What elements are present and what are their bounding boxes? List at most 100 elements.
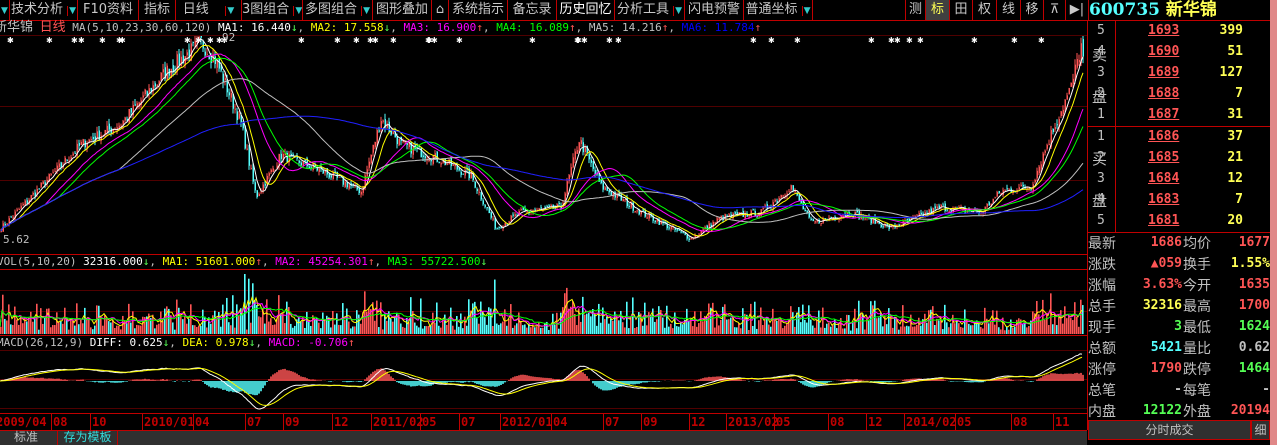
quote-value: 32316 <box>1142 298 1182 313</box>
book-price[interactable]: 1687 <box>1148 107 1179 122</box>
grid-button[interactable]: 田 <box>950 0 973 20</box>
volume-bar <box>454 329 456 334</box>
toolbar-coordinate[interactable]: 普通坐标 ▼ <box>744 0 813 20</box>
book-price[interactable]: 1685 <box>1148 150 1179 165</box>
volume-bar <box>676 326 678 334</box>
tab-save-template[interactable]: 存为模板 <box>57 430 118 445</box>
book-price[interactable]: 1689 <box>1148 65 1179 80</box>
volume-bar <box>596 325 598 334</box>
quote-label: 涨跌 <box>1088 257 1116 273</box>
volume-bar <box>726 319 728 334</box>
volume-bar <box>988 323 990 334</box>
toolbar-indicator[interactable]: 指标 <box>139 0 176 20</box>
dropdown-triangle-icon[interactable]: ▼ <box>361 6 371 16</box>
volume-bar <box>92 329 94 334</box>
book-price[interactable]: 1690 <box>1148 44 1179 59</box>
dropdown-triangle-icon[interactable]: ▼ <box>225 6 235 16</box>
volume-bar <box>1022 323 1024 334</box>
volume-bar <box>810 319 812 334</box>
volume-bar <box>606 316 608 334</box>
volume-bar <box>808 305 810 334</box>
candle-down <box>486 207 488 209</box>
measure-button[interactable]: 测 <box>905 0 926 20</box>
quote-value: 1624 <box>1238 319 1270 334</box>
candle-down <box>406 143 408 145</box>
dropdown-triangle-icon[interactable]: ▼ <box>0 0 10 20</box>
book-price[interactable]: 1681 <box>1148 213 1179 228</box>
play-end-icon[interactable]: ▶| <box>1066 0 1089 20</box>
candle-down <box>734 212 736 214</box>
candle-down <box>678 229 680 231</box>
candle-up <box>318 168 320 172</box>
volume-bar <box>48 308 50 334</box>
ma-value: MA2: 17.558 <box>310 21 384 34</box>
volume-bar <box>494 279 496 334</box>
candle-up <box>574 151 576 160</box>
dropdown-triangle-icon[interactable]: ▼ <box>801 6 811 16</box>
toolbar-analysis-tools[interactable]: 分析工具 ▼ <box>615 0 685 20</box>
book-level: 4 <box>1097 44 1105 59</box>
move-button[interactable]: 移 <box>1021 0 1044 20</box>
volume-bar <box>662 317 664 334</box>
candle-up <box>82 139 84 145</box>
rights-button[interactable]: 权 <box>973 0 997 20</box>
stock-name-label: 新华锦 <box>0 20 34 35</box>
toolbar-memo[interactable]: 备忘录 <box>508 0 557 20</box>
event-marker-icon: ✱ <box>353 36 360 45</box>
dropdown-triangle-icon[interactable]: ▼ <box>293 6 303 16</box>
book-price[interactable]: 1693 <box>1148 23 1179 38</box>
volume-chart[interactable] <box>0 270 1087 334</box>
toolbar-system-indicator[interactable]: 系统指示 <box>449 0 508 20</box>
volume-bar <box>304 327 306 334</box>
volume-bar <box>402 326 404 334</box>
volume-bar <box>634 327 636 334</box>
book-level: 4 <box>1097 192 1105 207</box>
volume-bar <box>592 308 594 334</box>
volume-bar <box>464 316 466 334</box>
volume-bar <box>1056 325 1058 334</box>
tick-trades-button[interactable]: 分时成交 <box>1088 420 1251 440</box>
book-price[interactable]: 1686 <box>1148 129 1179 144</box>
candle-down <box>248 146 250 166</box>
macd-chart[interactable] <box>0 351 1087 411</box>
candle-down <box>946 209 948 211</box>
dropdown-triangle-icon[interactable]: ▼ <box>67 6 77 16</box>
toolbar-overlay[interactable]: 图形叠加 <box>373 0 432 20</box>
volume-bar <box>702 321 704 334</box>
candlestick-chart[interactable]: ✱ ✱✱✱✱ ✱✱✱ ✱ ✱✱✱ ✱✱✱ ✱✱ ✱ ✱✱ ✱ ✱✱✱✱ ✱✱ ✱✱ ✱✱ ✱✱ ✱✱ ✱✱ ✱✱ ✱ <box>0 36 1087 254</box>
candle-up <box>646 217 648 219</box>
candle-up <box>446 163 448 165</box>
scrollbar[interactable] <box>1270 0 1277 445</box>
volume-bar <box>134 328 136 334</box>
candle-up <box>1048 143 1050 145</box>
candle-down <box>4 223 6 226</box>
candle-up <box>412 146 414 155</box>
toolbar-flash-alert[interactable]: 闪电预警 <box>685 0 744 20</box>
toolbar-history[interactable]: 历史回忆 <box>557 0 615 20</box>
tab-standard[interactable]: 标准 <box>14 430 38 445</box>
volume-bar <box>186 323 188 334</box>
book-price[interactable]: 1688 <box>1148 86 1179 101</box>
volume-bar <box>798 307 800 334</box>
macd-diff: DIFF: 0.625 <box>89 336 163 349</box>
book-price[interactable]: 1683 <box>1148 192 1179 207</box>
book-price[interactable]: 1684 <box>1148 171 1179 186</box>
toolbar-f10[interactable]: F10资料 <box>78 0 139 20</box>
mark-button[interactable]: 标 <box>926 0 950 20</box>
detail-button[interactable]: 细 <box>1251 420 1270 440</box>
quote-value: 1686 <box>1150 235 1182 250</box>
toolbar-3-chart-combo[interactable]: 3图组合 ▼ <box>242 0 303 20</box>
candle-up <box>12 216 14 218</box>
lock-icon[interactable]: ⌂ <box>432 0 449 20</box>
toolbar-period[interactable]: 日线 ▼ <box>176 0 242 20</box>
volume-bar <box>22 323 24 334</box>
candle-up <box>32 193 34 195</box>
line-button[interactable]: 线 <box>997 0 1021 20</box>
window-icon[interactable]: ⊼ <box>1044 0 1066 20</box>
volume-bar <box>498 324 500 334</box>
toolbar-tech-analysis[interactable]: 技术分析 ▼ <box>10 0 78 20</box>
toolbar-multi-chart-combo[interactable]: 多图组合 ▼ <box>303 0 373 20</box>
dropdown-triangle-icon[interactable]: ▼ <box>673 6 683 16</box>
label: 3图组合 <box>242 2 290 17</box>
volume-bar <box>624 327 626 334</box>
